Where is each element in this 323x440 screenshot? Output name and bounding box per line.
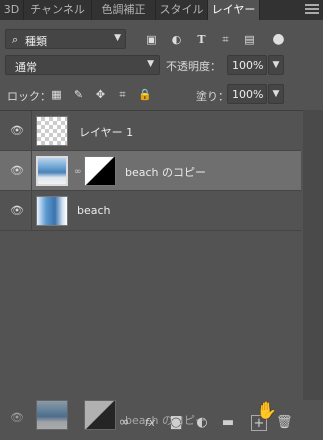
- tab-channels[interactable]: チャンネル: [24, 0, 92, 20]
- layer-row-beach[interactable]: 👁 beach: [0, 191, 301, 231]
- visibility-eye-icon: 👁: [10, 411, 24, 424]
- tab-layers[interactable]: レイヤー: [208, 0, 260, 20]
- link-icon[interactable]: ∞: [116, 415, 132, 431]
- blend-mode-value: 通常: [15, 61, 37, 74]
- opacity-label: 不透明度：: [166, 60, 221, 73]
- lock-position-icon[interactable]: ✥: [94, 88, 107, 101]
- mask-icon[interactable]: ◙: [168, 415, 184, 431]
- filter-kind-label: 種類: [25, 35, 47, 48]
- chevron-down-icon: ▼: [114, 33, 121, 43]
- layer-filter-dropdown[interactable]: ⌕ 種類 ▼: [5, 29, 126, 49]
- panel-menu-icon[interactable]: [305, 4, 319, 16]
- layer-thumbnail: [36, 116, 68, 146]
- divider: [31, 191, 32, 231]
- mask-link-icon[interactable]: ∞: [74, 167, 82, 177]
- layer-mask-thumbnail[interactable]: [84, 156, 116, 186]
- layers-panel: 3D チャンネル 色調補正 スタイル レイヤー ⌕ 種類 ▼ ▣ ◐ T ⌗ ▤…: [0, 0, 323, 440]
- tab-adjustments[interactable]: 色調補正: [92, 0, 156, 20]
- layer-name[interactable]: レイヤー 1: [79, 124, 133, 140]
- tab-styles[interactable]: スタイル: [156, 0, 208, 20]
- layer-name[interactable]: beach: [77, 204, 111, 217]
- visibility-eye-icon[interactable]: 👁: [10, 124, 24, 137]
- fill-value: 100%: [232, 88, 264, 101]
- chevron-down-icon: ▼: [147, 59, 154, 69]
- layer-row-layer1[interactable]: 👁 レイヤー 1: [0, 111, 301, 151]
- blend-mode-dropdown[interactable]: 通常 ▼: [5, 55, 160, 75]
- fx-icon[interactable]: fx: [142, 415, 158, 431]
- opacity-dropdown-button[interactable]: ▼: [268, 55, 284, 75]
- lock-transparent-icon[interactable]: ▦: [50, 88, 63, 101]
- tab-3d[interactable]: 3D: [0, 0, 24, 20]
- smart-object-filter-icon[interactable]: ▤: [243, 33, 256, 46]
- filter-toggle-icon[interactable]: ●: [272, 32, 285, 46]
- fill-label: 塗り：: [196, 90, 229, 103]
- layer-mask-thumbnail: [84, 400, 116, 430]
- layer-row-beach-copy[interactable]: 👁 ∞ beach のコピー: [0, 151, 301, 191]
- search-icon: ⌕: [12, 33, 19, 46]
- type-filter-icon[interactable]: T: [195, 33, 208, 46]
- divider: [31, 111, 32, 151]
- lock-label: ロック：: [7, 90, 51, 103]
- visibility-eye-icon[interactable]: 👁: [10, 164, 24, 177]
- layer-name[interactable]: beach のコピー: [125, 164, 206, 180]
- image-filter-icon[interactable]: ▣: [145, 33, 158, 46]
- opacity-value: 100%: [232, 59, 264, 72]
- divider: [31, 151, 32, 191]
- scrollbar[interactable]: [303, 110, 323, 400]
- panel-tab-bar: 3D チャンネル 色調補正 スタイル レイヤー: [0, 0, 323, 20]
- layer-thumbnail: [36, 400, 68, 430]
- adjustment-icon[interactable]: ◐: [194, 415, 210, 431]
- layer-thumbnail: [36, 156, 68, 186]
- lock-artboard-icon[interactable]: ⌗: [116, 88, 129, 101]
- fill-dropdown-button[interactable]: ▼: [268, 84, 284, 104]
- opacity-input[interactable]: 100%: [227, 55, 267, 75]
- visibility-eye-icon[interactable]: 👁: [10, 204, 24, 217]
- shape-filter-icon[interactable]: ⌗: [219, 33, 232, 46]
- trash-icon[interactable]: 🗑: [276, 415, 293, 431]
- lock-all-icon[interactable]: 🔒: [138, 88, 152, 101]
- layer-thumbnail: [36, 196, 68, 226]
- adjustment-filter-icon[interactable]: ◐: [170, 33, 183, 46]
- grab-cursor-icon: ✋: [256, 401, 278, 421]
- folder-icon[interactable]: ▬: [220, 415, 236, 431]
- fill-input[interactable]: 100%: [227, 84, 267, 104]
- lock-paint-icon[interactable]: ✎: [72, 88, 85, 101]
